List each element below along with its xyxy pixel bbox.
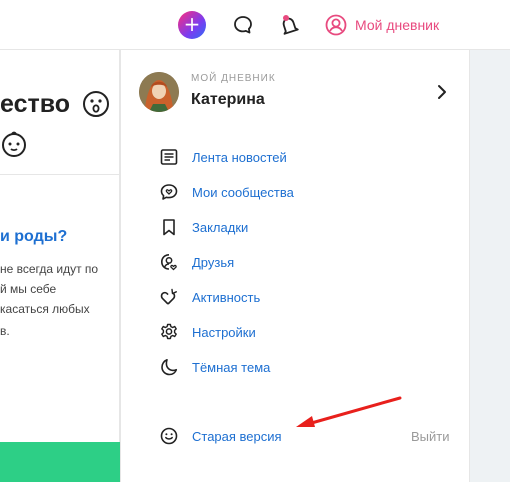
menu-item-label: Друзья: [192, 254, 235, 270]
green-banner[interactable]: [0, 442, 120, 482]
menu-item-label: Закладки: [192, 219, 249, 235]
top-header: + Мой дневник: [0, 0, 510, 50]
news-feed-icon: [160, 149, 178, 165]
bookmark-icon: [163, 219, 175, 236]
article-text-line: касаться любых: [0, 302, 90, 316]
section-label: МОЙ ДНЕВНИК: [191, 73, 276, 84]
chat-icon[interactable]: [232, 14, 254, 36]
communities-icon: [160, 184, 178, 200]
user-name: Катерина: [191, 91, 265, 108]
notifications-bell-icon[interactable]: [278, 14, 300, 36]
avatar-outline-icon: [325, 14, 347, 36]
moon-icon: [161, 359, 178, 376]
menu-item-label: Тёмная тема: [192, 359, 271, 375]
profile-link[interactable]: МОЙ ДНЕВНИК Катерина: [139, 70, 455, 114]
chevron-right-icon: [438, 85, 446, 99]
menu-item-label: Настройки: [192, 324, 256, 340]
annotation-arrow-icon: [296, 396, 402, 427]
article-title[interactable]: и роды?: [0, 228, 67, 246]
surprised-face-icon: [83, 91, 109, 117]
community-title[interactable]: ество: [0, 90, 70, 119]
menu-item-activity[interactable]: Активность: [159, 285, 359, 309]
menu-item-label: Лента новостей: [192, 149, 287, 165]
baby-face-icon: [2, 131, 26, 157]
create-post-button[interactable]: +: [178, 11, 206, 39]
my-diary-label: Мой дневник: [355, 17, 440, 33]
menu-item-label: Мои сообщества: [192, 184, 294, 200]
menu-item-communities[interactable]: Мои сообщества: [159, 180, 359, 204]
logout-button[interactable]: Выйти: [411, 429, 450, 444]
menu-item-settings[interactable]: Настройки: [159, 320, 359, 344]
menu-item-label: Активность: [192, 289, 261, 305]
article-text-line: в.: [0, 324, 10, 338]
friends-icon: [160, 254, 177, 271]
menu-item-news-feed[interactable]: Лента новостей: [159, 145, 359, 169]
divider: [0, 174, 120, 175]
article-text-line: не всегда идут по: [0, 262, 99, 276]
right-gutter: [470, 50, 510, 482]
heart-icon: [160, 288, 177, 305]
article-text-line: й мы себе: [0, 282, 57, 296]
menu-item-dark-theme[interactable]: Тёмная тема: [159, 355, 359, 379]
background-feed-column: ество и роды? не всегда идут по й мы себ…: [0, 50, 120, 482]
gear-icon: [161, 323, 177, 340]
menu-item-friends[interactable]: Друзья: [159, 250, 359, 274]
avatar: [139, 72, 179, 112]
my-diary-button[interactable]: Мой дневник: [325, 12, 439, 38]
menu-item-bookmarks[interactable]: Закладки: [159, 215, 359, 239]
